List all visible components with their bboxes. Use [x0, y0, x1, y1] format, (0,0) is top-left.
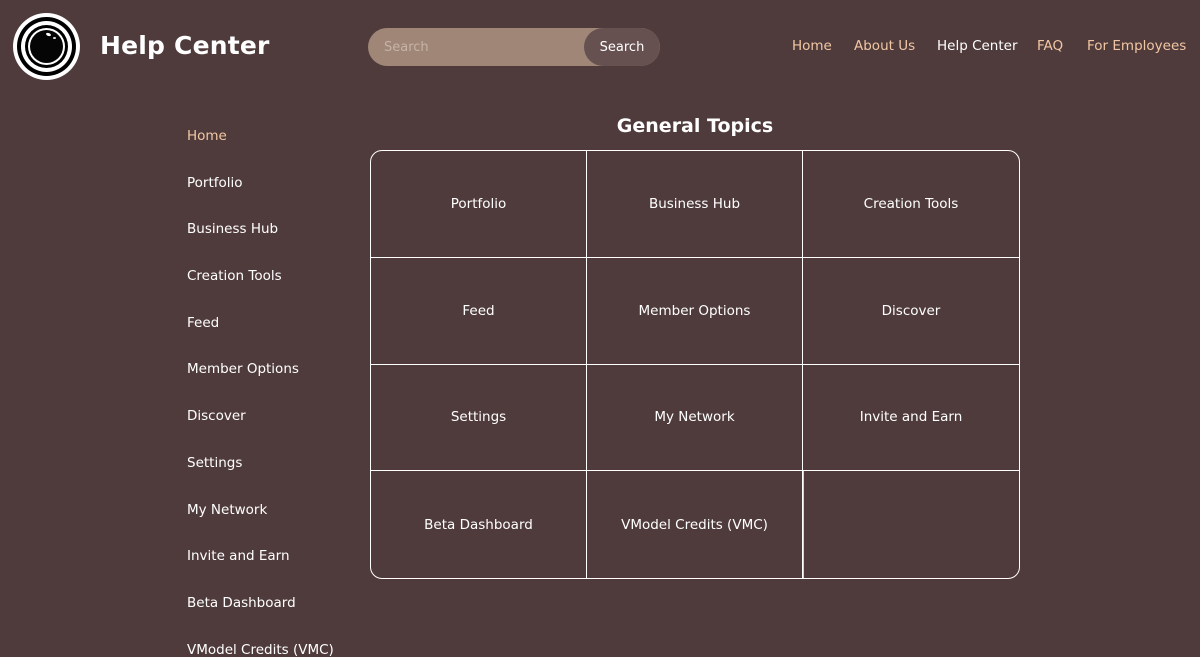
topic-card-vmodel-credits[interactable]: VModel Credits (VMC) — [587, 471, 803, 578]
sidebar-item-beta-dashboard[interactable]: Beta Dashboard — [187, 595, 357, 642]
topic-card-portfolio[interactable]: Portfolio — [371, 151, 587, 258]
sidebar-item-my-network[interactable]: My Network — [187, 502, 357, 549]
nav-faq[interactable]: FAQ — [1037, 38, 1063, 54]
site-title: Help Center — [100, 31, 270, 60]
help-center-page: Help Center Search Home About Us Help Ce… — [0, 0, 1200, 657]
sidebar-item-member-options[interactable]: Member Options — [187, 361, 357, 408]
sidebar: Home Portfolio Business Hub Creation Too… — [187, 128, 357, 657]
sidebar-item-business-hub[interactable]: Business Hub — [187, 221, 357, 268]
nav-home[interactable]: Home — [792, 38, 832, 54]
sidebar-item-creation-tools[interactable]: Creation Tools — [187, 268, 357, 315]
topics-grid: Portfolio Business Hub Creation Tools Fe… — [370, 150, 1020, 579]
sidebar-item-feed[interactable]: Feed — [187, 315, 357, 362]
search-bar: Search — [368, 28, 660, 66]
topic-card-feed[interactable]: Feed — [371, 257, 587, 365]
search-button[interactable]: Search — [584, 28, 660, 66]
nav-help-center[interactable]: Help Center — [937, 38, 1018, 54]
search-input[interactable] — [368, 28, 590, 66]
topic-card-empty — [803, 471, 1019, 578]
topic-card-invite-and-earn[interactable]: Invite and Earn — [803, 365, 1019, 472]
nav-for-employees[interactable]: For Employees — [1087, 38, 1186, 54]
topic-card-member-options[interactable]: Member Options — [587, 257, 803, 365]
sidebar-item-invite-and-earn[interactable]: Invite and Earn — [187, 548, 357, 595]
section-title: General Topics — [616, 115, 774, 137]
topic-card-my-network[interactable]: My Network — [587, 364, 803, 472]
nav-about-us[interactable]: About Us — [854, 38, 915, 54]
sidebar-item-settings[interactable]: Settings — [187, 455, 357, 502]
topic-card-beta-dashboard[interactable]: Beta Dashboard — [371, 471, 587, 578]
sidebar-item-portfolio[interactable]: Portfolio — [187, 175, 357, 222]
topic-card-discover[interactable]: Discover — [803, 258, 1019, 365]
sidebar-item-home[interactable]: Home — [187, 128, 357, 175]
camera-lens-logo-icon[interactable] — [13, 13, 80, 80]
topic-card-settings[interactable]: Settings — [371, 364, 587, 472]
sidebar-item-discover[interactable]: Discover — [187, 408, 357, 455]
topic-card-creation-tools[interactable]: Creation Tools — [803, 151, 1019, 258]
sidebar-item-vmodel-credits[interactable]: VModel Credits (VMC) — [187, 642, 357, 657]
topic-card-business-hub[interactable]: Business Hub — [587, 151, 803, 258]
